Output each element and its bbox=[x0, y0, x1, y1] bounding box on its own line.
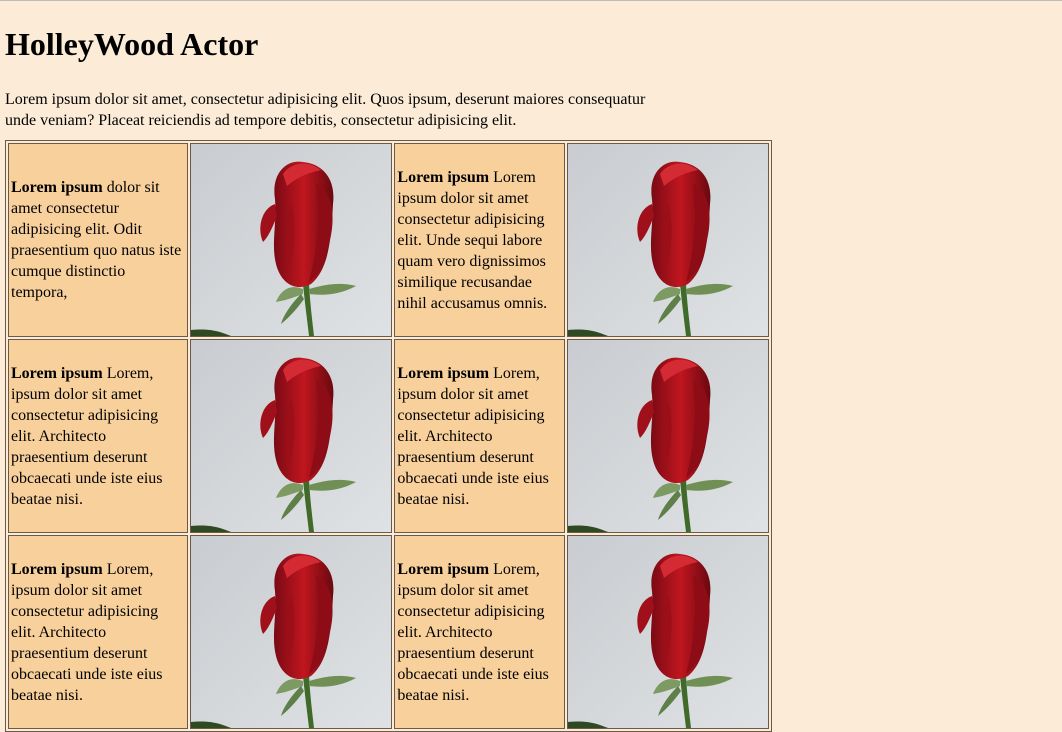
cell-text: Lorem, ipsum dolor sit amet consectetur … bbox=[397, 364, 549, 508]
cell-bold: Lorem ipsum bbox=[11, 179, 103, 196]
page-title: HolleyWood Actor bbox=[5, 26, 259, 62]
rose-image bbox=[567, 144, 768, 336]
table-row: Lorem ipsum Lorem, ipsum dolor sit amet … bbox=[8, 339, 769, 533]
cell-bold: Lorem ipsum bbox=[397, 364, 490, 382]
page-container: HolleyWood Actor Lorem ipsum dolor sit a… bbox=[0, 25, 1062, 732]
cell-bold: Lorem ipsum bbox=[11, 560, 103, 578]
text-cell: Lorem ipsum Lorem ipsum dolor sit amet c… bbox=[394, 143, 565, 337]
text-cell: Lorem ipsum Lorem, ipsum dolor sit amet … bbox=[8, 339, 189, 533]
cell-text: Lorem ipsum dolor sit amet consectetur a… bbox=[397, 168, 548, 312]
rose-image-cell bbox=[566, 339, 769, 533]
rose-image bbox=[191, 340, 392, 532]
rose-image bbox=[567, 340, 768, 532]
cell-bold: Lorem ipsum bbox=[397, 560, 490, 578]
rose-image bbox=[191, 144, 392, 336]
text-cell: Lorem ipsum Lorem, ipsum dolor sit amet … bbox=[394, 535, 565, 729]
table-row: Lorem ipsum dolor sit amet consectetur a… bbox=[8, 143, 769, 337]
rose-image bbox=[567, 536, 768, 728]
text-cell: Lorem ipsum Lorem, ipsum dolor sit amet … bbox=[394, 339, 565, 533]
table-row: Lorem ipsum Lorem, ipsum dolor sit amet … bbox=[8, 535, 769, 729]
text-cell: Lorem ipsum dolor sit amet consectetur a… bbox=[8, 143, 189, 337]
actor-table: Lorem ipsum dolor sit amet consectetur a… bbox=[5, 140, 772, 732]
rose-image-cell bbox=[566, 535, 769, 729]
rose-image-cell bbox=[190, 339, 393, 533]
rose-image bbox=[191, 536, 392, 728]
rose-image-cell bbox=[190, 535, 393, 729]
cell-text: Lorem, ipsum dolor sit amet consectetur … bbox=[11, 560, 163, 704]
cell-bold: Lorem ipsum bbox=[11, 364, 103, 382]
cell-text: Lorem, ipsum dolor sit amet consectetur … bbox=[11, 364, 163, 508]
rose-image-cell bbox=[190, 143, 393, 337]
cell-bold: Lorem ipsum bbox=[397, 168, 490, 186]
cell-text: dolor sit amet consectetur adipisicing e… bbox=[11, 179, 182, 301]
rose-image-cell bbox=[566, 143, 769, 337]
text-cell: Lorem ipsum Lorem, ipsum dolor sit amet … bbox=[8, 535, 189, 729]
cell-text: Lorem, ipsum dolor sit amet consectetur … bbox=[397, 560, 549, 704]
intro-paragraph: Lorem ipsum dolor sit amet, consectetur … bbox=[5, 91, 646, 129]
